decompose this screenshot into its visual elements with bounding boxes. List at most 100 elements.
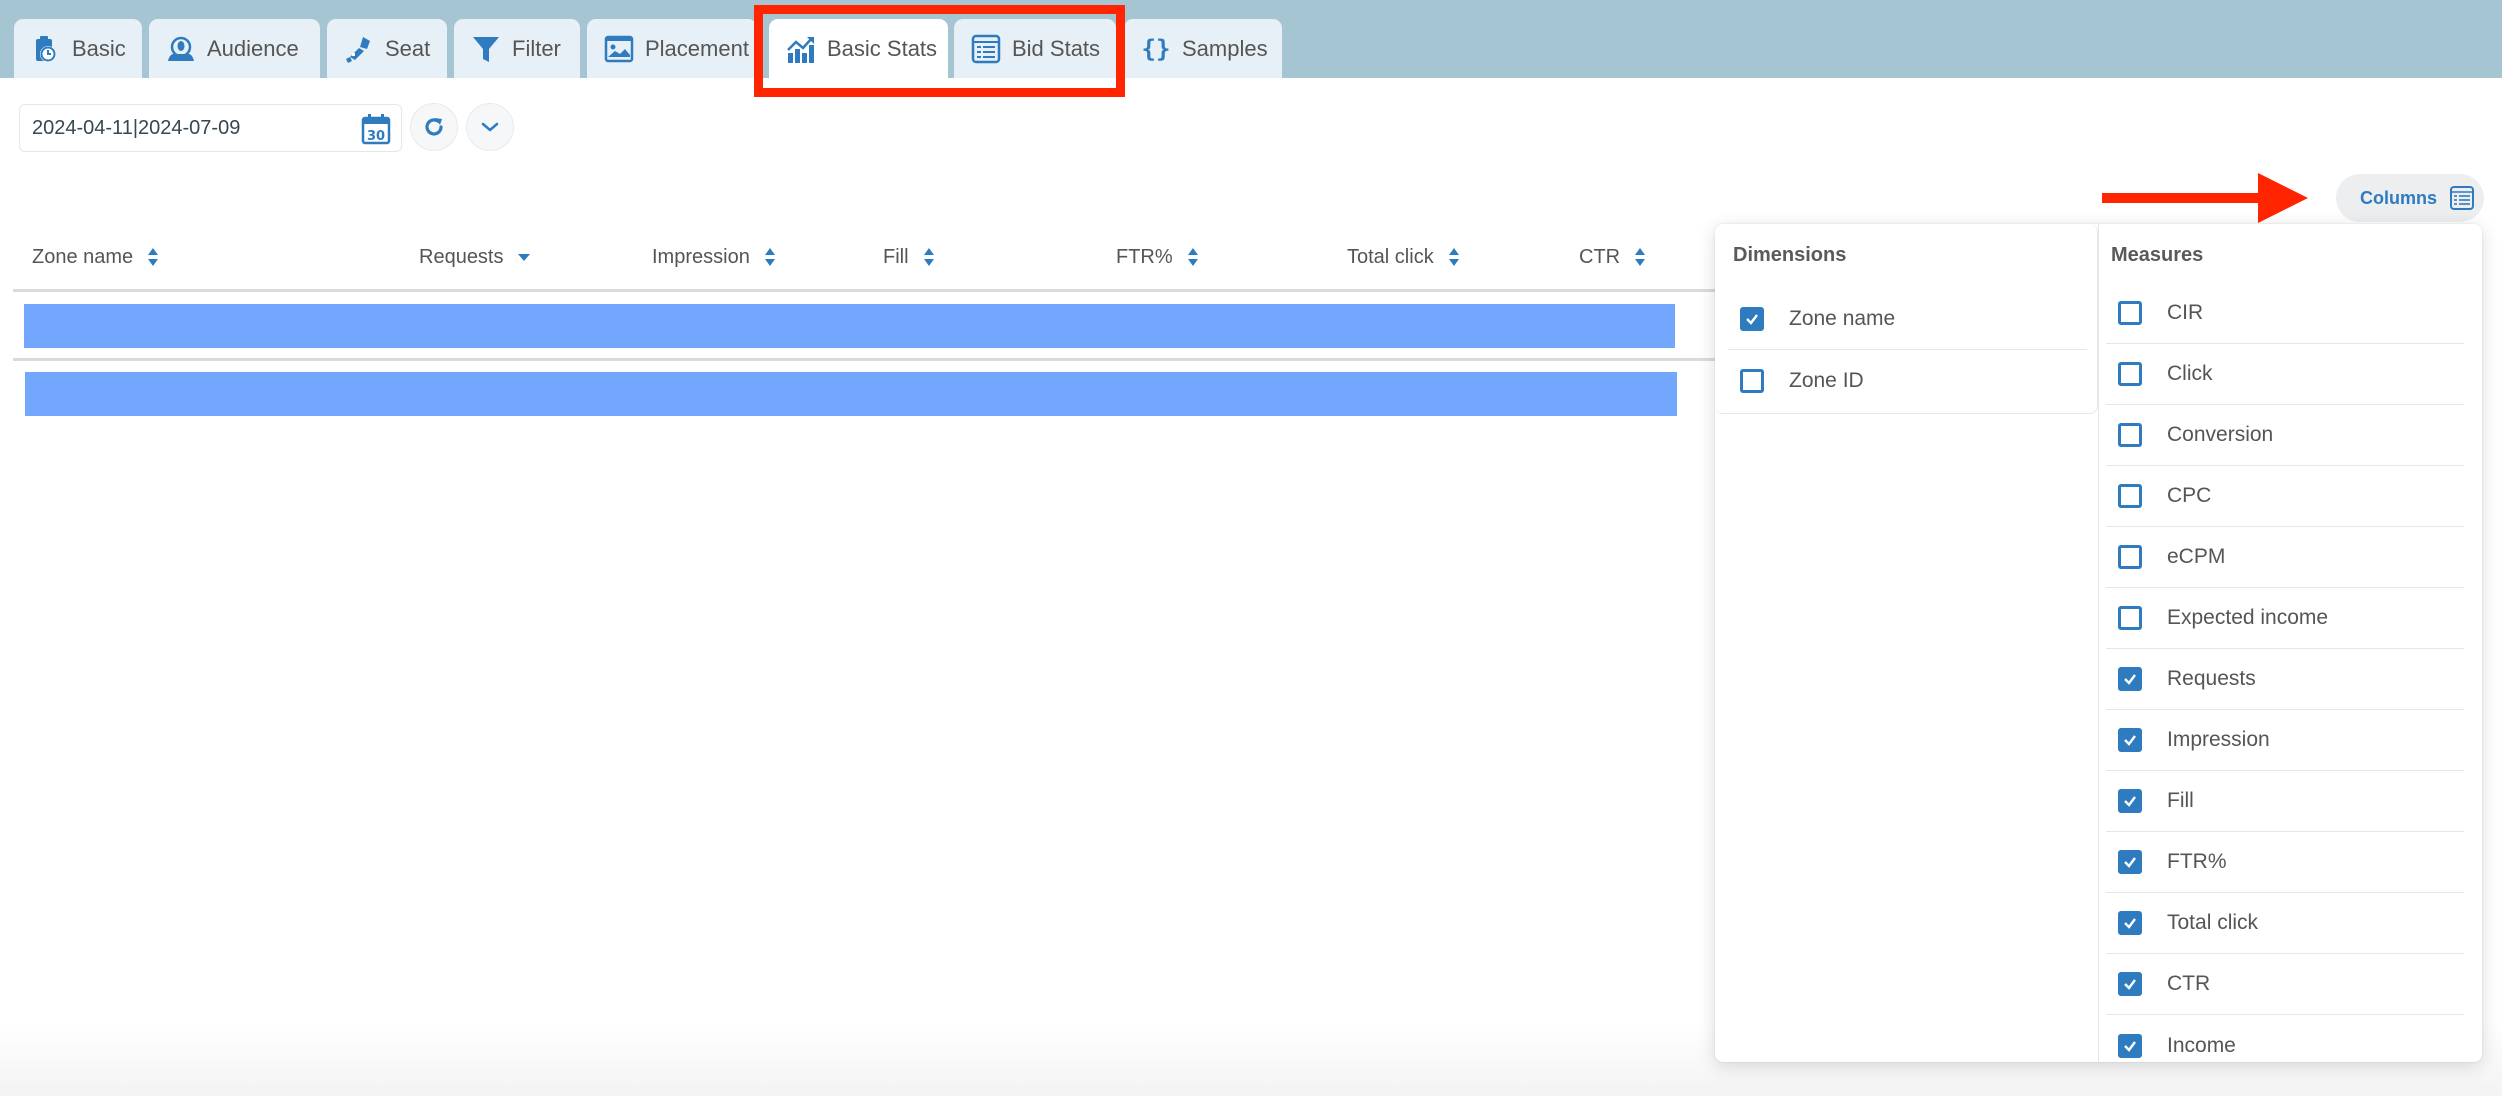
sort-both-icon[interactable] [923, 246, 935, 268]
option-label: Zone ID [1789, 368, 1864, 392]
sort-both-icon[interactable] [1448, 246, 1460, 268]
option-label: Expected income [2167, 606, 2329, 629]
sort-both-icon[interactable] [1187, 246, 1199, 268]
checkbox-unchecked[interactable] [2118, 606, 2142, 630]
measure-option-ecpm[interactable]: eCPM [2106, 527, 2464, 588]
tab-placement[interactable]: Placement [587, 19, 757, 78]
calendar-icon[interactable]: 30 [361, 113, 391, 145]
measure-option-ctr[interactable]: CTR [2106, 954, 2464, 1015]
columns-list-icon [2450, 186, 2475, 210]
date-range-value: 2024-04-11|2024-07-09 [32, 116, 241, 139]
dimensions-panel: Dimensions Zone name Zone ID [1715, 224, 2098, 414]
column-header-ctr[interactable]: CTR [1579, 242, 1646, 272]
measure-option-impression[interactable]: Impression [2106, 710, 2464, 771]
placement-image-icon [603, 33, 635, 65]
measures-panel: Measures CIR Click Conversion CPC eCPM Expect… [2098, 224, 2482, 1062]
column-header-zone-name[interactable]: Zone name [32, 242, 159, 272]
list-table-icon [970, 33, 1002, 65]
checkbox-unchecked[interactable] [2118, 545, 2142, 569]
checkbox-checked[interactable] [2118, 911, 2142, 935]
checkbox-checked[interactable] [2118, 789, 2142, 813]
tab-label: Seat [385, 35, 431, 61]
tab-label: Filter [512, 35, 561, 61]
measure-option-total-click[interactable]: Total click [2106, 893, 2464, 954]
tab-filter[interactable]: Filter [454, 19, 580, 78]
option-label: Fill [2167, 789, 2194, 812]
sort-both-icon[interactable] [764, 246, 776, 268]
column-header-label: Fill [883, 245, 909, 268]
tab-basic-stats[interactable]: Basic Stats [769, 19, 948, 78]
option-label: eCPM [2167, 545, 2226, 568]
measure-option-cir[interactable]: CIR [2106, 283, 2464, 344]
chevron-down-icon [481, 122, 499, 132]
tab-label: Placement [645, 35, 749, 61]
measure-option-ftr[interactable]: FTR% [2106, 832, 2464, 893]
checkbox-checked[interactable] [2118, 1033, 2142, 1058]
refresh-icon [425, 118, 443, 136]
table-row[interactable] [25, 372, 1677, 416]
checkbox-unchecked[interactable] [2118, 423, 2142, 447]
columns-menu: Dimensions Zone name Zone ID Measures CI… [1715, 224, 2482, 1062]
dimension-option-zone-id[interactable]: Zone ID [1728, 350, 2087, 411]
option-label: CTR [2167, 972, 2211, 995]
measure-option-fill[interactable]: Fill [2106, 771, 2464, 832]
refresh-button[interactable] [410, 103, 458, 151]
sort-both-icon[interactable] [147, 246, 159, 268]
checkbox-checked[interactable] [2118, 972, 2142, 996]
tab-seat[interactable]: Seat [327, 19, 447, 78]
column-header-ftr[interactable]: FTR% [1116, 242, 1199, 272]
dimensions-title: Dimensions [1733, 244, 1847, 266]
tab-bid-stats[interactable]: Bid Stats [954, 19, 1116, 78]
checkbox-checked[interactable] [2118, 728, 2142, 752]
column-header-fill[interactable]: Fill [883, 242, 935, 272]
column-header-requests[interactable]: Requests [419, 242, 530, 272]
date-range-input[interactable]: 2024-04-11|2024-07-09 30 [19, 104, 402, 152]
measure-option-income[interactable]: Income [2106, 1015, 2464, 1062]
option-label: Requests [2167, 667, 2256, 690]
calendar-day: 30 [367, 129, 385, 144]
option-label: CPC [2167, 484, 2212, 507]
option-label: Zone name [1789, 307, 1896, 330]
checkbox-unchecked[interactable] [1740, 368, 1764, 393]
measure-option-click[interactable]: Click [2106, 344, 2464, 405]
expand-button[interactable] [466, 103, 514, 151]
checkbox-unchecked[interactable] [2118, 484, 2142, 508]
measure-option-requests[interactable]: Requests [2106, 649, 2464, 710]
sort-desc-icon[interactable] [517, 246, 530, 268]
column-header-label: Impression [652, 245, 750, 268]
checkbox-unchecked[interactable] [2118, 301, 2142, 325]
checkbox-unchecked[interactable] [2118, 362, 2142, 386]
column-header-label: FTR% [1116, 245, 1173, 268]
seat-belt-icon [343, 33, 375, 65]
checkbox-checked[interactable] [1740, 307, 1764, 331]
option-label: Impression [2167, 728, 2270, 751]
table-header-divider [13, 289, 1718, 292]
option-label: Conversion [2167, 423, 2274, 446]
dimension-option-zone-name[interactable]: Zone name [1728, 289, 2087, 350]
measure-option-cpc[interactable]: CPC [2106, 466, 2464, 527]
table-row-divider [13, 358, 1718, 361]
tab-samples[interactable]: {} Samples [1124, 19, 1282, 78]
tab-label: Basic Stats [827, 35, 938, 61]
tab-basic[interactable]: Basic [14, 19, 142, 78]
tab-audience[interactable]: Audience [149, 19, 320, 78]
table-row[interactable] [24, 304, 1675, 348]
audience-icon [165, 33, 197, 65]
columns-button[interactable]: Columns [2336, 174, 2484, 222]
measure-option-expected-income[interactable]: Expected income [2106, 588, 2464, 649]
option-label: CIR [2167, 301, 2204, 324]
funnel-icon [470, 33, 502, 65]
tab-label: Samples [1182, 35, 1268, 61]
checkbox-checked[interactable] [2118, 667, 2142, 691]
checkbox-checked[interactable] [2118, 850, 2142, 874]
sort-both-icon[interactable] [1634, 246, 1646, 268]
option-label: FTR% [2167, 850, 2227, 873]
measure-option-conversion[interactable]: Conversion [2106, 405, 2464, 466]
tab-label: Bid Stats [1012, 35, 1101, 61]
tab-label: Basic [72, 35, 126, 61]
column-header-label: Requests [419, 245, 504, 268]
column-header-total-click[interactable]: Total click [1347, 242, 1460, 272]
column-header-impression[interactable]: Impression [652, 242, 776, 272]
columns-button-label: Columns [2360, 187, 2438, 208]
measures-title: Measures [2111, 244, 2204, 266]
